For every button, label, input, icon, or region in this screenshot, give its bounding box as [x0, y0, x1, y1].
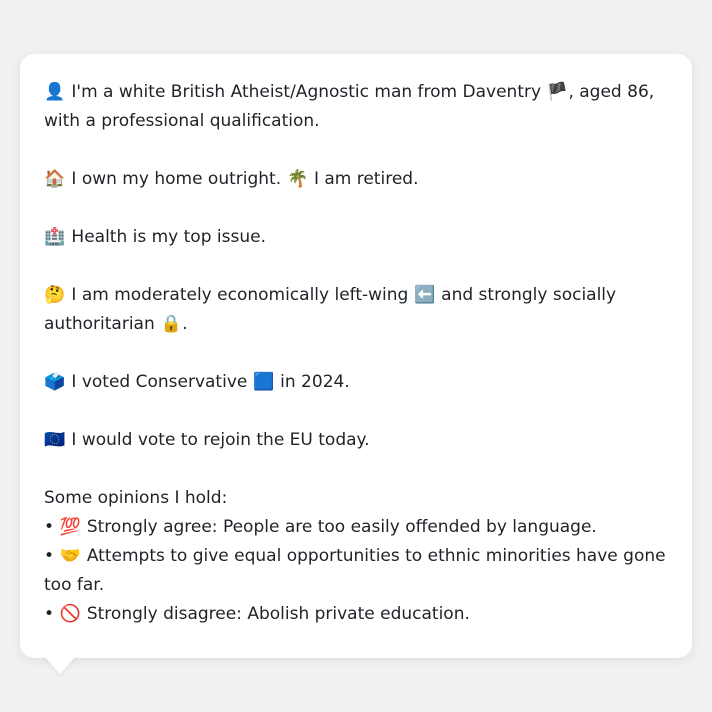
opinions-section: Some opinions I hold: • 💯 Strongly agree…: [44, 484, 668, 629]
vote-text-a: I voted Conservative: [71, 372, 248, 392]
list-item: • 🤝 Attempts to give equal opportunities…: [44, 542, 668, 600]
persona-text: 👤 I'm a white British Atheist/Agnostic m…: [44, 78, 668, 629]
intro-text-a: I'm a white British Atheist/Agnostic man…: [71, 82, 542, 102]
speech-bubble-tail: [42, 654, 78, 674]
opinion-text: Strongly agree: People are too easily of…: [86, 517, 597, 537]
prohibited-icon: 🚫: [59, 604, 82, 624]
politics-text-a: I am moderately economically left-wing: [71, 285, 409, 305]
eu-flag-icon: 🇪🇺: [44, 430, 66, 450]
palm-tree-icon: 🌴: [286, 169, 309, 189]
health-paragraph: 🏥 Health is my top issue.: [44, 223, 668, 252]
home-paragraph: 🏠 I own my home outright. 🌴 I am retired…: [44, 165, 668, 194]
england-flag-icon: 🏴: [546, 82, 569, 102]
list-item: • 🚫 Strongly disagree: Abolish private e…: [44, 600, 668, 629]
vote-paragraph: 🗳️ I voted Conservative 🟦 in 2024.: [44, 368, 668, 397]
bullet: •: [44, 546, 55, 566]
handshake-icon: 🤝: [59, 546, 82, 566]
eu-text: I would vote to rejoin the EU today.: [71, 430, 370, 450]
bullet: •: [44, 604, 55, 624]
left-arrow-icon: ⬅️: [414, 285, 436, 305]
person-icon: 👤: [44, 82, 66, 102]
opinions-heading: Some opinions I hold:: [44, 488, 228, 508]
blue-square-icon: 🟦: [253, 372, 275, 392]
home-text-b: I am retired.: [313, 169, 419, 189]
house-icon: 🏠: [44, 169, 66, 189]
opinion-text: Attempts to give equal opportunities to …: [44, 546, 666, 595]
list-item: • 💯 Strongly agree: People are too easil…: [44, 513, 668, 542]
eu-paragraph: 🇪🇺 I would vote to rejoin the EU today.: [44, 426, 668, 455]
health-text: Health is my top issue.: [71, 227, 266, 247]
hospital-icon: 🏥: [44, 227, 66, 247]
home-text-a: I own my home outright.: [71, 169, 282, 189]
bullet: •: [44, 517, 55, 537]
hundred-points-icon: 💯: [59, 517, 82, 537]
opinion-text: Strongly disagree: Abolish private educa…: [86, 604, 470, 624]
lock-icon: 🔒: [160, 314, 182, 334]
persona-card: 👤 I'm a white British Atheist/Agnostic m…: [20, 54, 692, 658]
politics-text-c: .: [182, 314, 188, 334]
thinking-face-icon: 🤔: [44, 285, 66, 305]
ballot-box-icon: 🗳️: [44, 372, 66, 392]
politics-paragraph: 🤔 I am moderately economically left-wing…: [44, 281, 668, 339]
intro-paragraph: 👤 I'm a white British Atheist/Agnostic m…: [44, 78, 668, 136]
vote-text-b: in 2024.: [280, 372, 350, 392]
